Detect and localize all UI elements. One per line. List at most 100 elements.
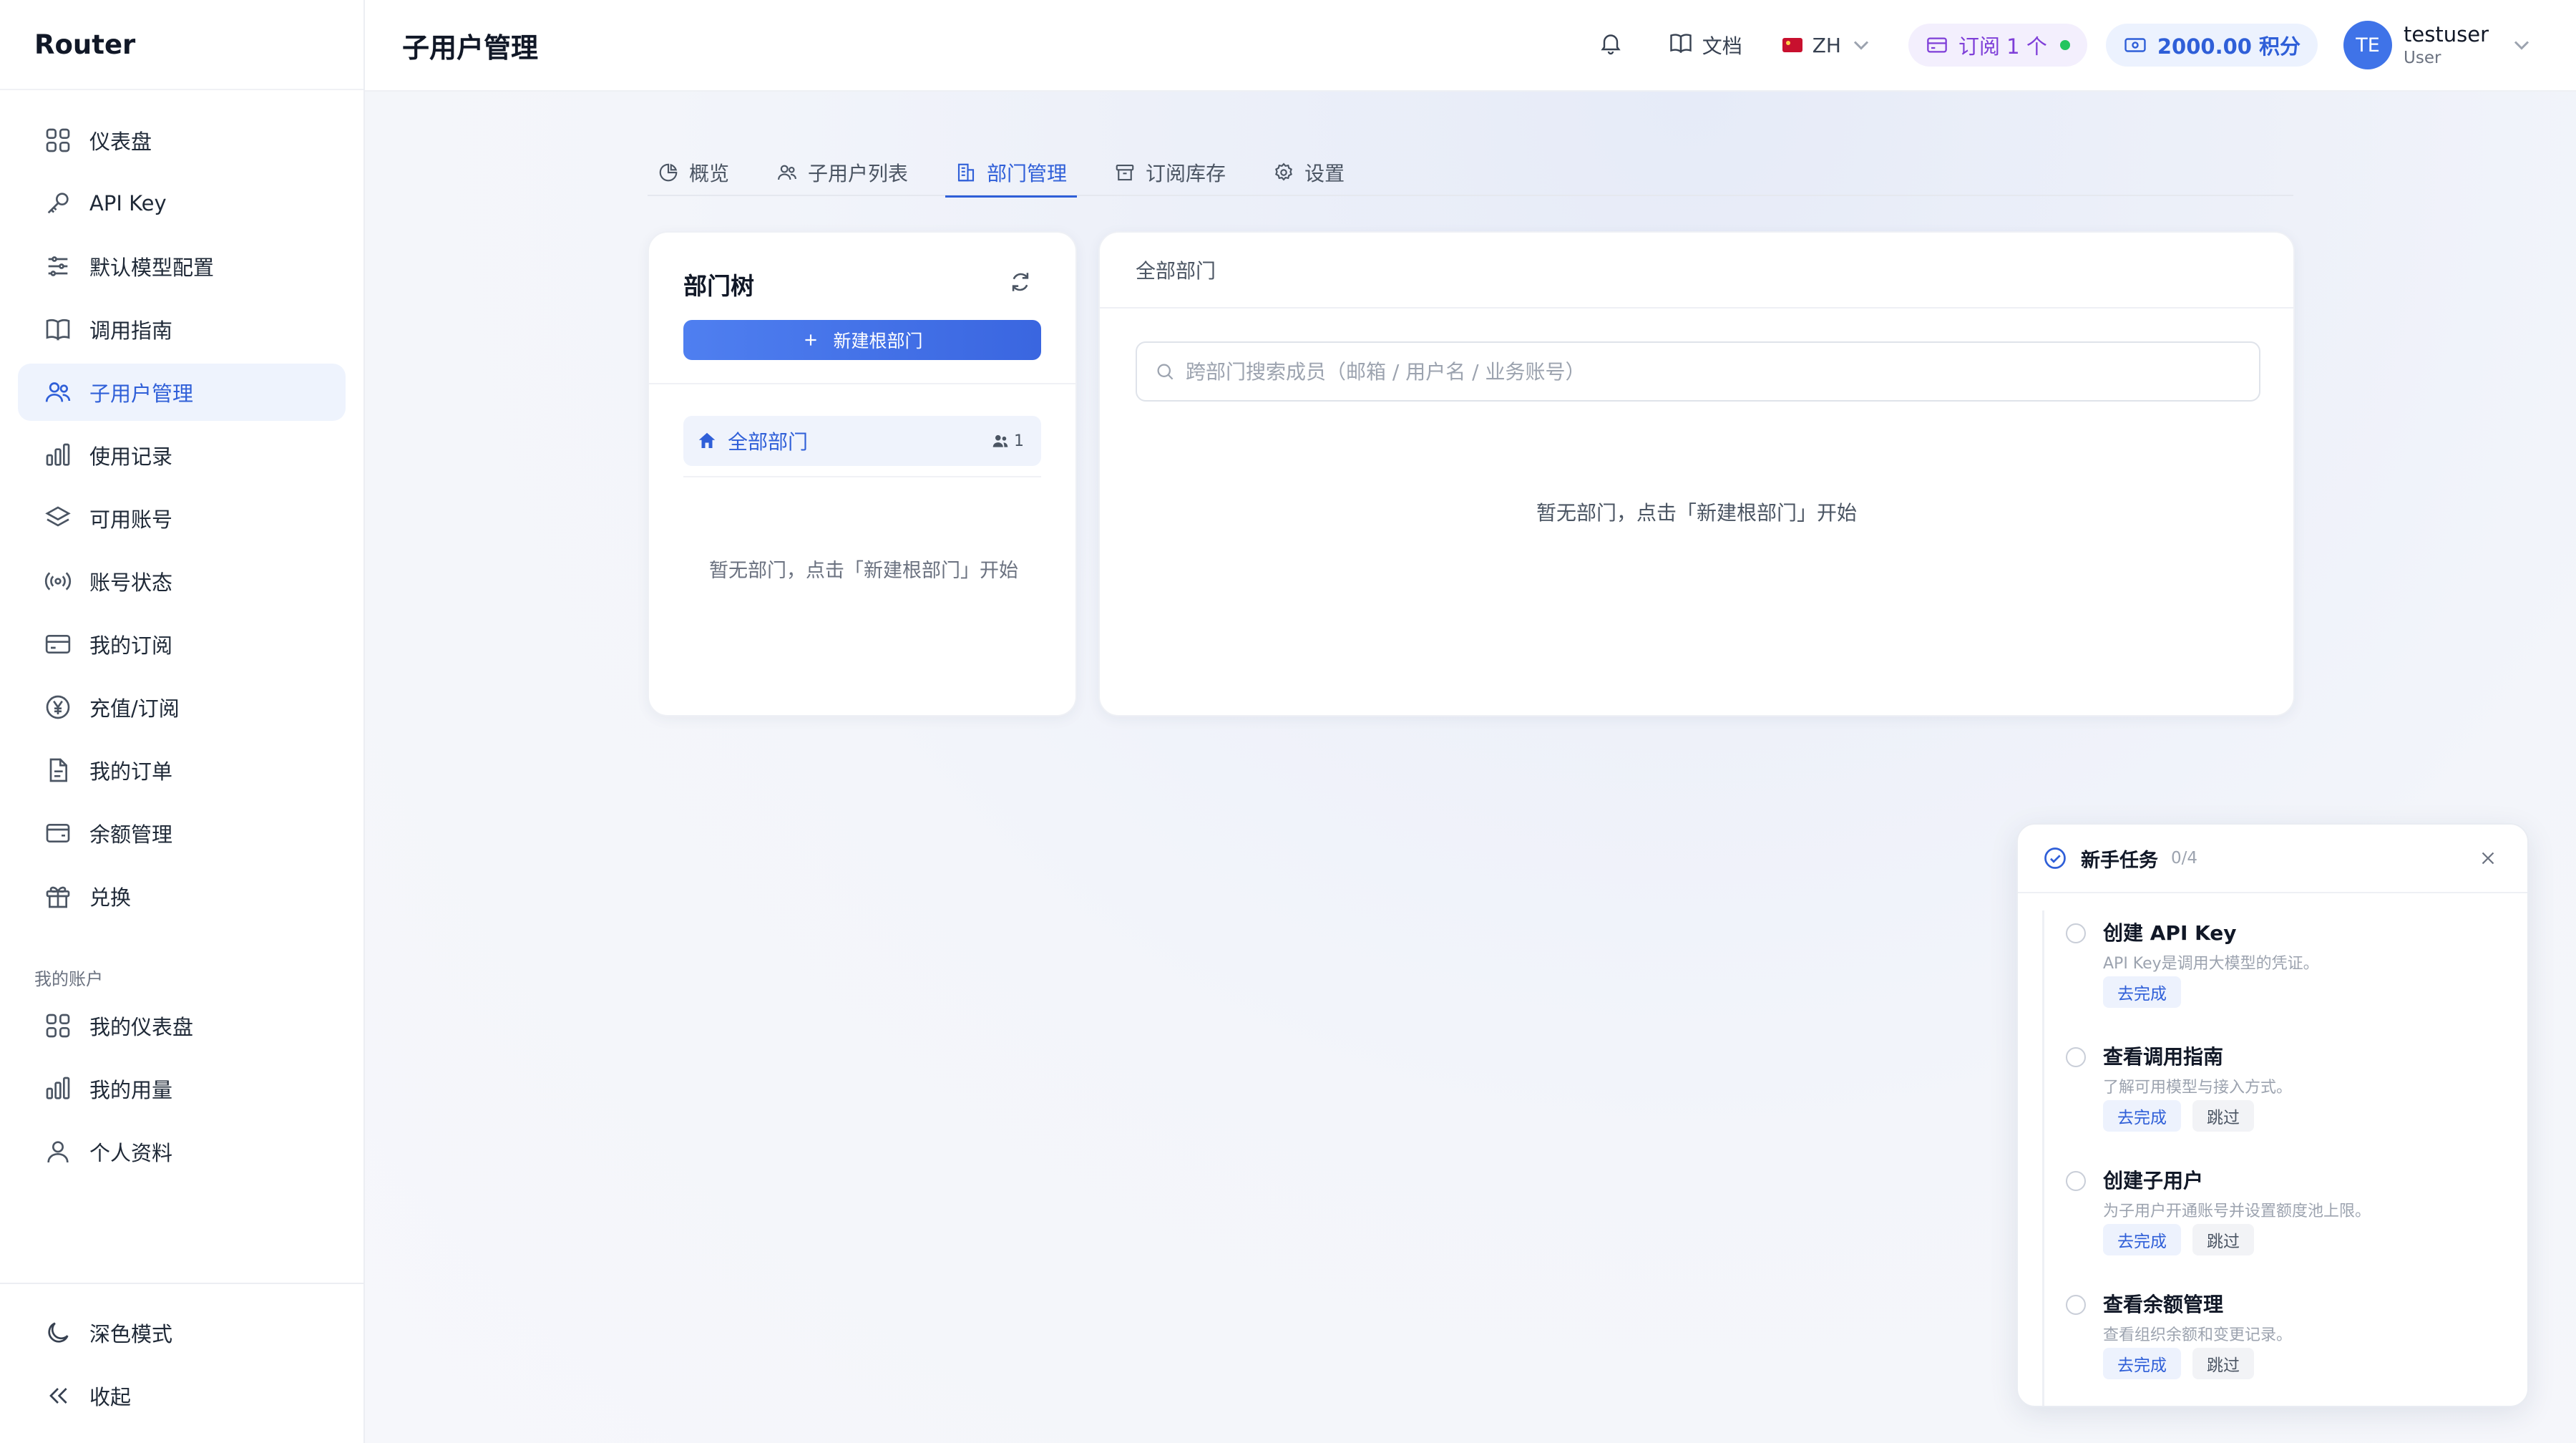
bar-chart-icon <box>44 441 72 470</box>
status-dot <box>2059 40 2070 50</box>
task-actions: 去完成 <box>2103 976 2192 1008</box>
onboarding-title: 新手任务 <box>2081 849 2158 872</box>
task-title: 查看余额管理 <box>2103 1293 2224 1316</box>
double-chevron-left-icon <box>44 1381 72 1410</box>
tab-settings[interactable]: 设置 <box>1263 149 1355 196</box>
book-icon <box>1668 30 1702 61</box>
task-checkbox[interactable] <box>2066 1047 2086 1067</box>
sidebar-item-orders[interactable]: 我的订单 <box>18 742 346 799</box>
task-skip-button[interactable]: 跳过 <box>2192 1224 2254 1255</box>
sidebar-item-label: 充值/订阅 <box>89 696 180 721</box>
user-icon <box>44 1137 72 1166</box>
refresh-icon[interactable] <box>1008 270 1033 294</box>
brand-logo[interactable]: Router <box>0 0 364 90</box>
grid-icon <box>44 1011 72 1040</box>
sidebar-item-account-status[interactable]: 账号状态 <box>18 553 346 610</box>
sidebar-item-label: 子用户管理 <box>89 382 194 406</box>
pie-icon <box>659 163 678 182</box>
new-root-department-button[interactable]: 新建根部门 <box>683 320 1041 360</box>
collapse-sidebar-button[interactable]: 收起 <box>18 1367 346 1424</box>
task-skip-button[interactable]: 跳过 <box>2192 1348 2254 1379</box>
sidebar-item-model-config[interactable]: 默认模型配置 <box>18 238 346 295</box>
sidebar-item-my-usage[interactable]: 我的用量 <box>18 1060 346 1117</box>
member-count-value: 1 <box>1014 432 1024 450</box>
sidebar-item-balance[interactable]: 余额管理 <box>18 805 346 862</box>
task-go-button[interactable]: 去完成 <box>2103 1100 2181 1132</box>
member-count: 1 <box>991 432 1024 450</box>
onboarding-progress: 0/4 <box>2171 849 2198 868</box>
user-info: testuser User <box>2404 21 2489 69</box>
user-menu[interactable]: TE testuser User <box>2343 21 2534 69</box>
bar-chart-icon <box>44 1074 72 1103</box>
tab-label: 子用户列表 <box>808 162 909 185</box>
flag-icon <box>1782 38 1802 52</box>
sidebar-item-sub-users[interactable]: 子用户管理 <box>18 364 346 421</box>
avatar: TE <box>2343 21 2393 69</box>
points-badge[interactable]: 2000.00 积分 <box>2105 24 2318 67</box>
tree-empty-state: 暂无部门，点击「新建根部门」开始 <box>709 560 1018 582</box>
task-go-button[interactable]: 去完成 <box>2103 1348 2181 1379</box>
task-description: 查看组织余额和变更记录。 <box>2103 1326 2293 1344</box>
tree-node-all-departments[interactable]: 全部部门 1 <box>683 416 1041 466</box>
task-skip-button[interactable]: 跳过 <box>2192 1100 2254 1132</box>
sidebar-item-accounts[interactable]: 可用账号 <box>18 490 346 547</box>
task-checkbox[interactable] <box>2066 1295 2086 1315</box>
username: testuser <box>2404 22 2489 47</box>
tab-label: 部门管理 <box>987 162 1068 185</box>
sidebar-item-label: 我的仪表盘 <box>89 1015 194 1039</box>
sidebar-item-profile[interactable]: 个人资料 <box>18 1123 346 1180</box>
tree-node-label: 全部部门 <box>728 430 809 454</box>
notifications-button[interactable] <box>1598 30 1624 61</box>
sidebar-item-my-subscription[interactable]: 我的订阅 <box>18 616 346 673</box>
language-selector[interactable]: ZH <box>1782 32 1874 58</box>
sidebar-item-recharge[interactable]: 充值/订阅 <box>18 679 346 736</box>
task-item: 创建 API Key API Key是调用大模型的凭证。 去完成 <box>2066 910 2527 1034</box>
collapse-label: 收起 <box>89 1385 132 1409</box>
gift-icon <box>44 882 72 910</box>
docs-link[interactable]: 文档 <box>1668 30 1742 61</box>
sidebar-item-label: 兑换 <box>89 885 132 910</box>
grid-icon <box>44 126 72 155</box>
task-go-button[interactable]: 去完成 <box>2103 1224 2181 1255</box>
sidebar-item-label: 我的订阅 <box>89 633 173 658</box>
sidebar-item-label: 个人资料 <box>89 1141 173 1165</box>
task-checkbox[interactable] <box>2066 923 2086 943</box>
onboarding-panel: 新手任务 0/4 创建 API Key API Key是调用大模型的凭证。 去完… <box>2016 823 2529 1407</box>
plus-icon <box>805 334 817 346</box>
task-checkbox[interactable] <box>2066 1171 2086 1191</box>
sidebar-item-api-key[interactable]: API Key <box>18 175 346 232</box>
member-search-input[interactable] <box>1186 359 2259 384</box>
dark-mode-toggle[interactable]: 深色模式 <box>18 1304 346 1361</box>
task-description: API Key是调用大模型的凭证。 <box>2103 955 2319 973</box>
home-icon <box>698 432 716 448</box>
tab-overview[interactable]: 概览 <box>648 149 739 196</box>
task-actions: 去完成 跳过 <box>2103 1348 2254 1379</box>
task-description: 为子用户开通账号并设置额度池上限。 <box>2103 1202 2371 1220</box>
building-icon <box>957 163 975 182</box>
sidebar: Router 仪表盘 API Key 默认模型配置 调用指南 子用户管理 使用记… <box>0 0 365 1443</box>
tab-subscription-inventory[interactable]: 订阅库存 <box>1104 149 1236 196</box>
tab-label: 设置 <box>1304 162 1345 185</box>
search-icon <box>1157 364 1174 380</box>
sidebar-item-redeem[interactable]: 兑换 <box>18 868 346 925</box>
task-go-button[interactable]: 去完成 <box>2103 976 2181 1008</box>
sidebar-item-label: 默认模型配置 <box>89 256 215 280</box>
tab-label: 订阅库存 <box>1146 162 1226 185</box>
chevron-down-icon <box>2514 41 2529 50</box>
sidebar-item-usage[interactable]: 使用记录 <box>18 427 346 484</box>
task-title: 创建子用户 <box>2103 1169 2204 1192</box>
sidebar-bottom: 深色模式 收起 <box>0 1283 364 1443</box>
divider <box>683 476 1041 477</box>
close-icon[interactable] <box>2477 847 2499 869</box>
tab-departments[interactable]: 部门管理 <box>945 149 1078 198</box>
page-title: 子用户管理 <box>402 31 539 64</box>
sliders-icon <box>44 252 72 281</box>
users-icon <box>778 165 796 180</box>
sidebar-item-my-dashboard[interactable]: 我的仪表盘 <box>18 997 346 1054</box>
subscription-badge[interactable]: 订阅 1 个 <box>1908 24 2087 67</box>
task-actions: 去完成 跳过 <box>2103 1224 2254 1255</box>
tab-sub-user-list[interactable]: 子用户列表 <box>766 149 918 196</box>
sidebar-item-dashboard[interactable]: 仪表盘 <box>18 112 346 169</box>
sidebar-item-guide[interactable]: 调用指南 <box>18 301 346 358</box>
dark-mode-label: 深色模式 <box>89 1322 173 1346</box>
